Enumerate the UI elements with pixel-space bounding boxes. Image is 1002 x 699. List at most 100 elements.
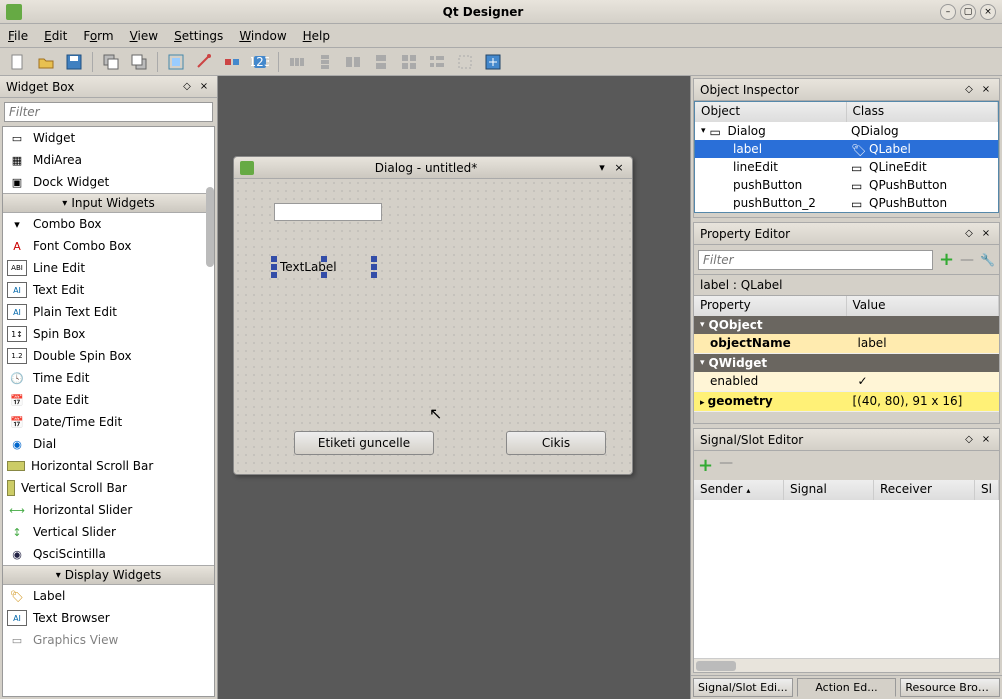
menu-edit[interactable]: Edit <box>44 29 67 43</box>
tree-row[interactable]: lineEdit ▭QLineEdit <box>695 158 998 176</box>
list-item[interactable]: ABILine Edit <box>3 257 214 279</box>
maximize-button[interactable]: ▢ <box>960 4 976 20</box>
wrench-icon[interactable]: 🔧 <box>980 253 995 267</box>
checkbox-checked-icon[interactable]: ✓ <box>852 372 1000 392</box>
col-value[interactable]: Value <box>847 296 1000 316</box>
lineedit-widget[interactable] <box>274 203 382 221</box>
list-item[interactable]: 🏷Label <box>3 585 214 607</box>
tree-row[interactable]: ▾▭Dialog QDialog <box>695 122 998 140</box>
label-widget[interactable]: TextLabel <box>274 259 374 275</box>
sigslot-list[interactable] <box>694 500 999 658</box>
dialog-minimize-icon[interactable]: ▾ <box>595 161 609 175</box>
tab-resource-browser[interactable]: Resource Brow... <box>900 678 1000 697</box>
detach-icon[interactable]: ◇ <box>962 83 976 97</box>
tab-signal-slot[interactable]: Signal/Slot Edi... <box>693 678 793 697</box>
save-icon[interactable] <box>62 50 86 74</box>
list-item[interactable]: 📅Date Edit <box>3 389 214 411</box>
detach-icon[interactable]: ◇ <box>962 433 976 447</box>
list-item[interactable]: Vertical Scroll Bar <box>3 477 214 499</box>
open-icon[interactable] <box>34 50 58 74</box>
close-button[interactable]: × <box>980 4 996 20</box>
list-item[interactable]: Horizontal Scroll Bar <box>3 455 214 477</box>
prop-row[interactable]: objectName label <box>694 334 999 354</box>
col-object[interactable]: Object <box>695 102 847 122</box>
scrollbar-thumb[interactable] <box>696 661 736 671</box>
col-class[interactable]: Class <box>847 102 999 122</box>
list-item[interactable]: ◉QsciScintilla <box>3 543 214 565</box>
widget-list[interactable]: ▭Widget ▦MdiArea ▣Dock Widget ▾Input Wid… <box>2 126 215 697</box>
pushbutton-2[interactable]: Cikis <box>506 431 606 455</box>
dialog-window[interactable]: Dialog - untitled* ▾ × TextLabel Etik <box>233 156 633 475</box>
list-item[interactable]: ▭Widget <box>3 127 214 149</box>
edit-buddies-icon[interactable] <box>220 50 244 74</box>
col-sl[interactable]: Sl <box>975 480 999 500</box>
adjust-size-icon[interactable] <box>481 50 505 74</box>
list-item[interactable]: AIPlain Text Edit <box>3 301 214 323</box>
prop-row[interactable]: ▸ geometry [(40, 80), 91 x 16] <box>694 392 999 412</box>
scrollbar-thumb[interactable] <box>206 187 214 267</box>
design-canvas[interactable]: Dialog - untitled* ▾ × TextLabel Etik <box>218 76 690 699</box>
category-header[interactable]: ▾Display Widgets <box>3 565 214 585</box>
prop-category[interactable]: ▾QWidget <box>694 354 999 372</box>
menu-file[interactable]: File <box>8 29 28 43</box>
list-item[interactable]: AIText Browser <box>3 607 214 629</box>
object-tree[interactable]: Object Class ▾▭Dialog QDialog label 🏷QLa… <box>694 101 999 213</box>
dialog-close-icon[interactable]: × <box>612 161 626 175</box>
list-item[interactable]: 1.2Double Spin Box <box>3 345 214 367</box>
menu-form[interactable]: Form <box>83 29 113 43</box>
widget-box-filter[interactable] <box>4 102 213 122</box>
break-layout-icon[interactable] <box>453 50 477 74</box>
menu-settings[interactable]: Settings <box>174 29 223 43</box>
col-sender[interactable]: Sender ▴ <box>694 480 784 500</box>
remove-icon[interactable]: — <box>719 455 733 476</box>
list-item[interactable]: ↕Vertical Slider <box>3 521 214 543</box>
list-item[interactable]: ▭Graphics View <box>3 629 214 651</box>
close-panel-icon[interactable]: × <box>979 227 993 241</box>
tab-action-editor[interactable]: Action Ed... <box>797 678 897 697</box>
menu-view[interactable]: View <box>130 29 158 43</box>
property-filter[interactable] <box>698 250 933 270</box>
list-item[interactable]: ◉Dial <box>3 433 214 455</box>
tree-row[interactable]: pushButton_2 ▭QPushButton <box>695 194 998 212</box>
bring-front-icon[interactable] <box>127 50 151 74</box>
list-item[interactable]: 1↕Spin Box <box>3 323 214 345</box>
list-item[interactable]: ▣Dock Widget <box>3 171 214 193</box>
layout-v-icon[interactable] <box>313 50 337 74</box>
edit-tab-order-icon[interactable]: 123 <box>248 50 272 74</box>
tree-row[interactable]: pushButton ▭QPushButton <box>695 176 998 194</box>
menu-help[interactable]: Help <box>303 29 330 43</box>
list-item[interactable]: 🕓Time Edit <box>3 367 214 389</box>
list-item[interactable]: AIText Edit <box>3 279 214 301</box>
close-panel-icon[interactable]: × <box>979 83 993 97</box>
layout-hsplit-icon[interactable] <box>341 50 365 74</box>
prop-category[interactable]: ▾QObject <box>694 316 999 334</box>
detach-icon[interactable]: ◇ <box>962 227 976 241</box>
send-back-icon[interactable] <box>99 50 123 74</box>
edit-widgets-icon[interactable] <box>164 50 188 74</box>
new-icon[interactable] <box>6 50 30 74</box>
dialog-form[interactable]: TextLabel Etiketi guncelle Cikis ↖ <box>234 179 632 474</box>
col-receiver[interactable]: Receiver <box>874 480 975 500</box>
close-panel-icon[interactable]: × <box>197 80 211 94</box>
add-icon[interactable]: + <box>698 455 713 476</box>
col-signal[interactable]: Signal <box>784 480 874 500</box>
add-icon[interactable]: + <box>939 249 954 270</box>
layout-grid-icon[interactable] <box>397 50 421 74</box>
list-item[interactable]: 📅Date/Time Edit <box>3 411 214 433</box>
property-table[interactable]: Property Value ▾QObject objectName label… <box>694 296 999 412</box>
h-scrollbar[interactable] <box>694 658 999 672</box>
remove-icon[interactable]: — <box>960 252 974 268</box>
detach-icon[interactable]: ◇ <box>180 80 194 94</box>
close-panel-icon[interactable]: × <box>979 433 993 447</box>
minimize-button[interactable]: – <box>940 4 956 20</box>
layout-h-icon[interactable] <box>285 50 309 74</box>
edit-signals-icon[interactable] <box>192 50 216 74</box>
category-header[interactable]: ▾Input Widgets <box>3 193 214 213</box>
pushbutton-1[interactable]: Etiketi guncelle <box>294 431 434 455</box>
menu-window[interactable]: Window <box>239 29 286 43</box>
list-item[interactable]: ▾Combo Box <box>3 213 214 235</box>
prop-row[interactable]: enabled ✓ <box>694 372 999 392</box>
list-item[interactable]: ▦MdiArea <box>3 149 214 171</box>
col-property[interactable]: Property <box>694 296 847 316</box>
list-item[interactable]: ⟷Horizontal Slider <box>3 499 214 521</box>
